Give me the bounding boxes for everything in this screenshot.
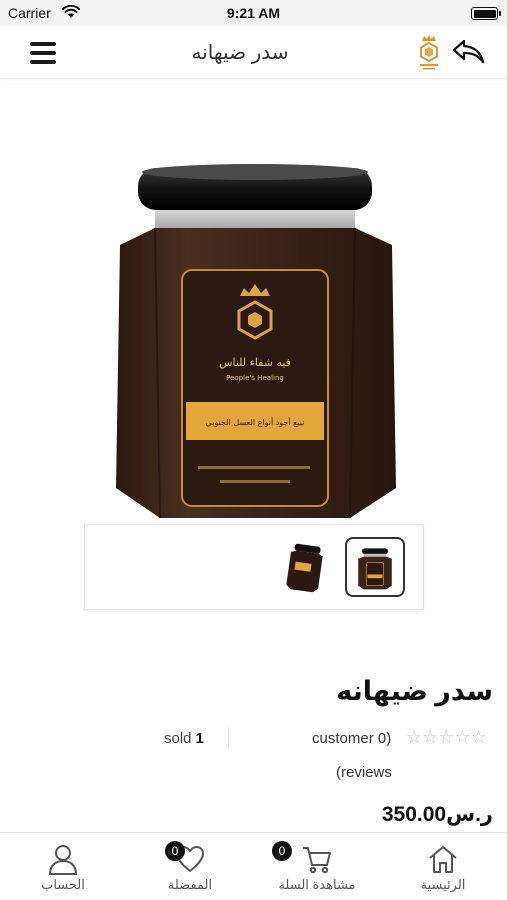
cart-badge: 0	[272, 841, 292, 861]
page-title: سدر ضيهانه	[191, 42, 289, 64]
shopping-cart-icon	[303, 847, 331, 874]
status-bar: Carrier 9:21 AM	[0, 0, 507, 26]
star-empty-icon: ☆	[438, 727, 455, 747]
tab-account-label: الحساب	[41, 877, 85, 892]
tab-home-label: الرئيسية	[420, 877, 466, 892]
app-header: سدر ضيهانه	[0, 26, 507, 79]
star-empty-icon: ☆	[406, 727, 423, 747]
label-band-text: نبيع أجود أنواع العسل الجنوبي	[206, 417, 305, 427]
reviews-label: (reviews	[336, 764, 392, 781]
star-empty-icon: ☆	[470, 727, 487, 747]
tab-favorites[interactable]: 0 المفضلة	[135, 833, 245, 900]
tab-cart[interactable]: 0 مشاهدة السلة	[262, 833, 372, 900]
tab-home[interactable]: الرئيسية	[388, 833, 498, 900]
hamburger-menu-icon[interactable]	[30, 42, 56, 64]
tab-favorites-label: المفضلة	[167, 877, 213, 892]
home-icon	[429, 846, 457, 873]
reply-arrow-icon[interactable]	[452, 38, 486, 66]
divider	[228, 727, 229, 749]
sold-label: sold	[164, 730, 192, 747]
clock: 9:21 AM	[226, 5, 281, 21]
product-image-honey-jar: فيه شفاء للناس People's Healing نبيع أجو…	[116, 164, 396, 519]
brand-logo-icon	[420, 35, 438, 70]
sold-number: 1	[195, 730, 204, 747]
label-english-slogan: People's Healing	[226, 374, 284, 382]
label-arabic-slogan: فيه شفاء للناس	[219, 356, 291, 369]
favorites-badge: 0	[165, 841, 185, 861]
customer-review-count: customer 0)	[312, 730, 392, 747]
thumbnail-jar-front[interactable]	[345, 537, 405, 597]
star-empty-icon: ☆	[422, 727, 439, 747]
battery-icon	[471, 7, 501, 20]
thumbnail-jar-side[interactable]	[275, 537, 335, 597]
thumbnail-strip	[84, 524, 424, 610]
tab-cart-label: مشاهدة السلة	[278, 877, 356, 892]
product-price: ر.س350.00	[381, 803, 493, 826]
rating-stars[interactable]: ☆☆☆☆☆	[406, 727, 487, 748]
sold-count: sold 1	[164, 730, 204, 747]
tab-account[interactable]: الحساب	[8, 833, 118, 900]
star-empty-icon: ☆	[454, 727, 471, 747]
product-title: سدر ضيهانه	[336, 676, 493, 706]
bottom-tab-bar: الحساب 0 المفضلة 0 مشاهدة السلة الرئيسية	[0, 832, 507, 900]
user-icon	[48, 845, 78, 875]
